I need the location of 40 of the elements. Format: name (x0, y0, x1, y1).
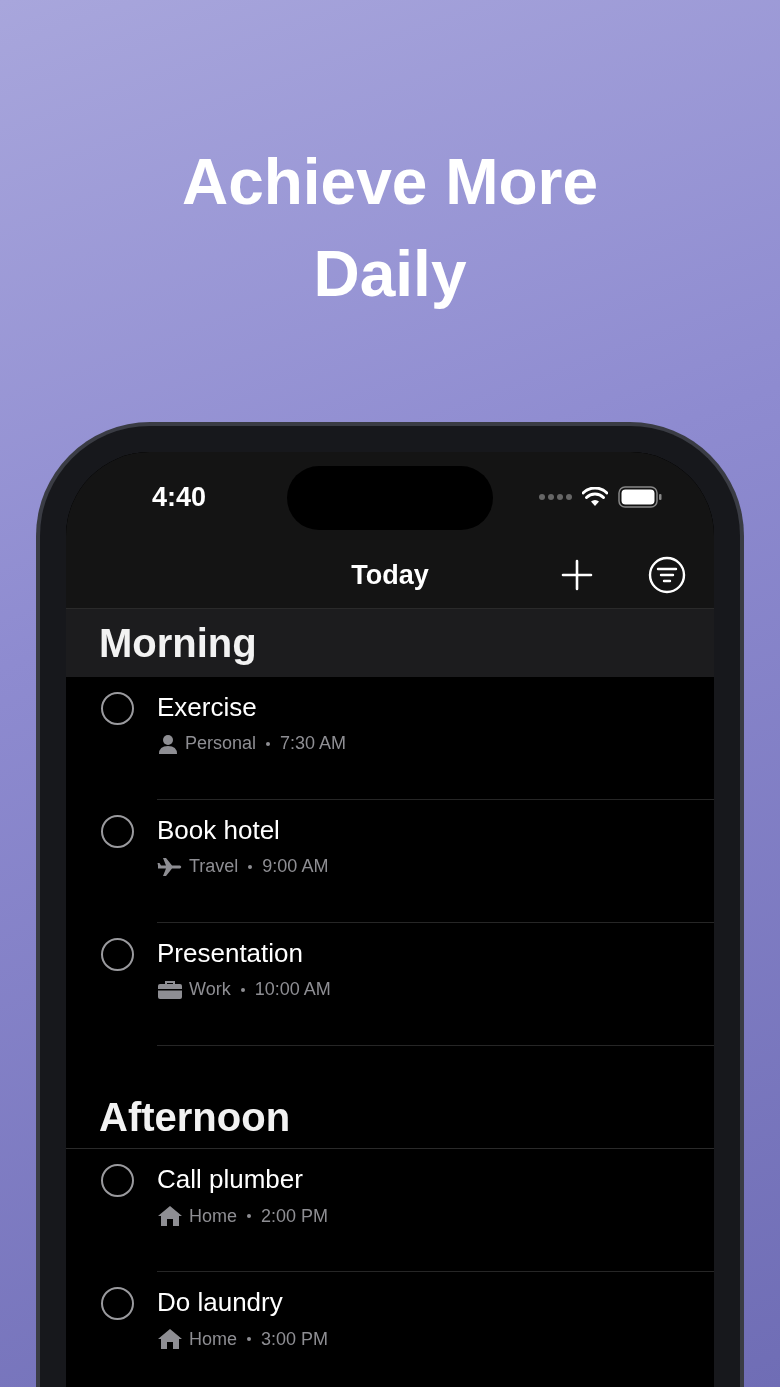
task-time: 2:00 PM (261, 1205, 329, 1227)
separator-dot (266, 741, 271, 746)
separator-dot (247, 1337, 251, 1341)
separator-dot (247, 1214, 251, 1218)
task-category: Work (189, 979, 231, 1000)
battery-icon (618, 486, 662, 508)
status-time: 4:40 (152, 481, 207, 513)
house-icon (157, 1328, 183, 1350)
task-title: Exercise (157, 691, 258, 723)
task-time: 3:00 PM (261, 1328, 329, 1350)
filter-icon[interactable] (648, 556, 686, 594)
task-title: Call plumber (157, 1163, 304, 1195)
headline: Achieve More Daily (180, 145, 600, 312)
task-category: Home (189, 1205, 237, 1227)
task-checkbox[interactable] (101, 1287, 134, 1320)
house-icon (157, 1205, 183, 1227)
task-time: 9:00 AM (262, 856, 329, 877)
briefcase-icon (157, 979, 183, 1000)
task-checkbox[interactable] (101, 815, 134, 848)
separator-dot (240, 987, 245, 992)
task-title: Presentation (157, 937, 304, 969)
airplane-icon (157, 856, 183, 877)
task-title: Book hotel (157, 814, 281, 846)
person-icon (157, 733, 179, 754)
task-time: 10:00 AM (254, 979, 331, 1000)
task-checkbox[interactable] (101, 1164, 134, 1197)
task-category: Travel (189, 856, 239, 877)
signal-icon (538, 493, 572, 501)
task-title: Do laundry (157, 1286, 284, 1318)
task-category: Personal (185, 733, 257, 754)
task-time: 7:30 AM (280, 733, 347, 754)
separator-dot (248, 864, 253, 869)
task-checkbox[interactable] (101, 692, 134, 725)
task-checkbox[interactable] (101, 938, 134, 971)
wifi-icon (582, 487, 608, 507)
add-icon[interactable] (561, 559, 593, 591)
section-title: Afternoon (99, 1095, 291, 1141)
section-title: Morning (99, 620, 257, 666)
task-category: Home (189, 1328, 237, 1350)
nav-title: Today (351, 559, 429, 591)
